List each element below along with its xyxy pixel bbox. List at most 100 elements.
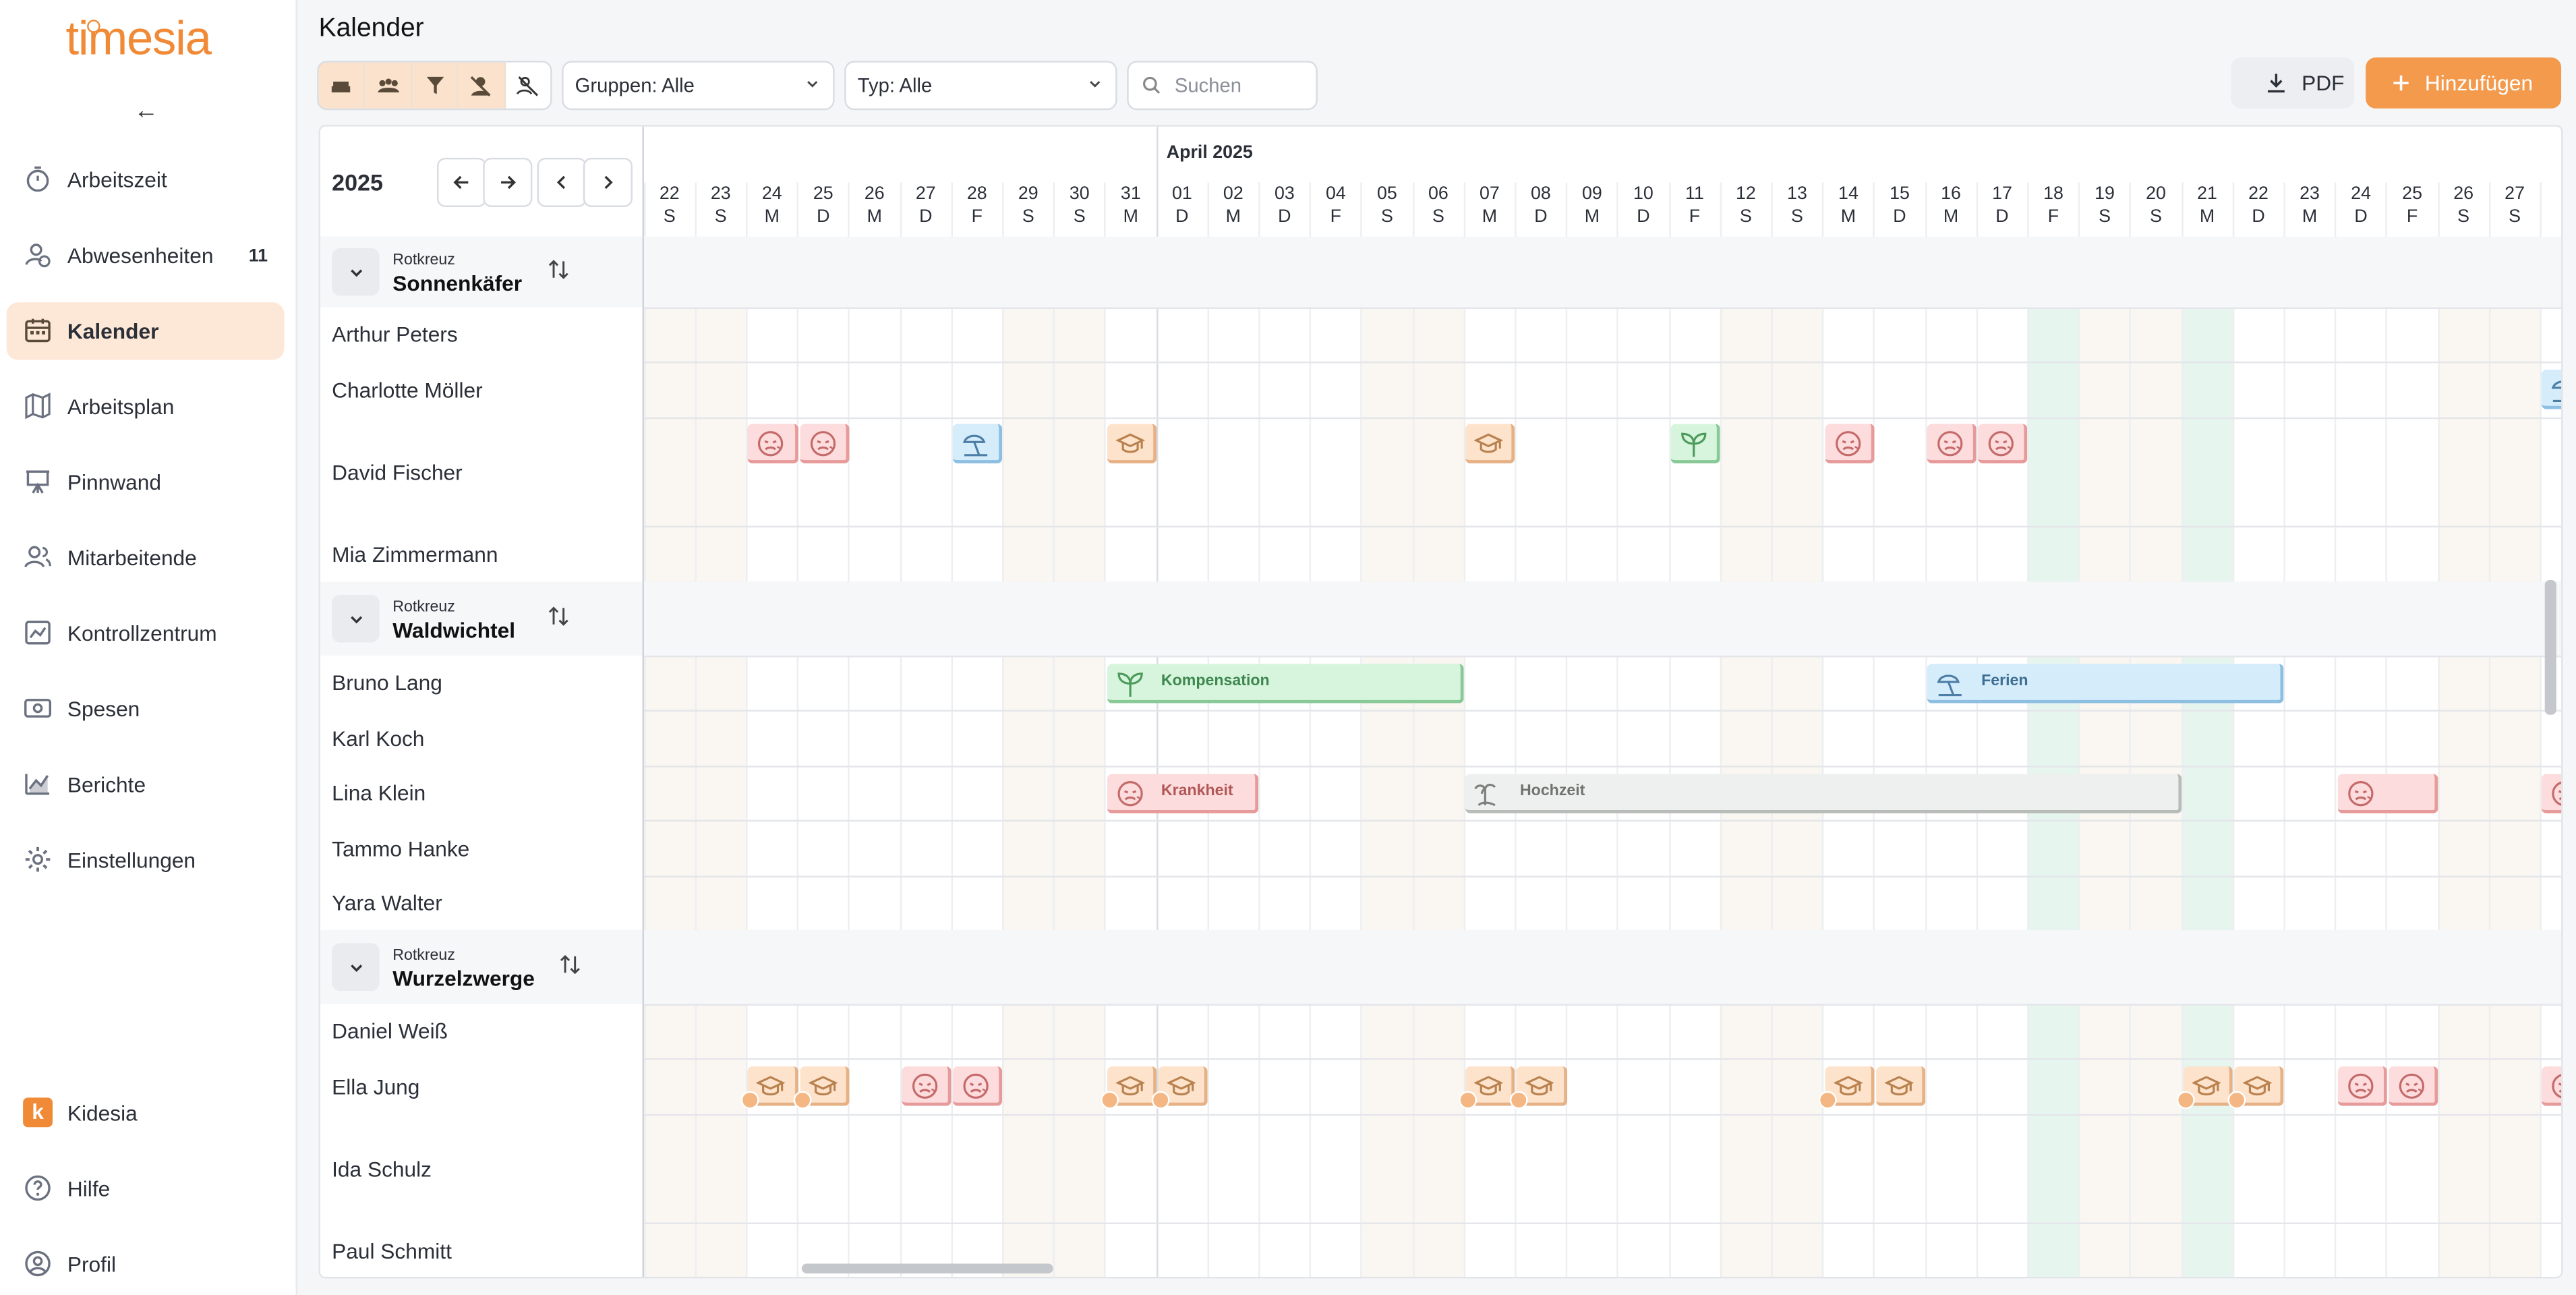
sidebar-item-berichte[interactable]: Berichte: [7, 756, 285, 813]
sort-arrows-icon[interactable]: [546, 258, 569, 281]
date-header[interactable]: 10 D: [1618, 182, 1669, 228]
group-collapse-button[interactable]: [332, 943, 380, 991]
employee-name-cell[interactable]: Charlotte Möller: [320, 361, 644, 418]
absence-event[interactable]: [2542, 1066, 2562, 1106]
absence-event[interactable]: [1670, 424, 1721, 464]
date-header[interactable]: 26 M: [849, 182, 900, 228]
sidebar-item-einstellungen[interactable]: Einstellungen: [7, 832, 285, 889]
date-header[interactable]: 20 S: [2130, 182, 2182, 228]
employee-name-cell[interactable]: Ida Schulz: [320, 1114, 644, 1223]
sidebar-item-spesen[interactable]: Spesen: [7, 681, 285, 738]
absence-event[interactable]: [2337, 1066, 2387, 1106]
employee-name-cell[interactable]: Ella Jung: [320, 1058, 644, 1114]
sidebar-item-abwesenheiten[interactable]: Abwesenheiten 11: [7, 227, 285, 284]
sort-arrows-icon[interactable]: [559, 953, 582, 976]
date-header[interactable]: 19 S: [2079, 182, 2130, 228]
employee-name-cell[interactable]: Bruno Lang: [320, 656, 644, 710]
absence-event[interactable]: [953, 424, 1003, 464]
absence-event[interactable]: [1875, 1066, 1926, 1106]
sidebar-item-arbeitszeit[interactable]: Arbeitszeit: [7, 151, 285, 208]
date-header[interactable]: 15 D: [1874, 182, 1925, 228]
date-header[interactable]: 26 S: [2438, 182, 2489, 228]
employee-name-cell[interactable]: Tammo Hanke: [320, 819, 644, 876]
date-header[interactable]: 03 D: [1259, 182, 1310, 228]
date-header[interactable]: 18 F: [2028, 182, 2079, 228]
absence-event[interactable]: [1459, 1066, 1516, 1110]
absence-event[interactable]: Ferien: [1927, 663, 2285, 703]
sidebar-item-kidesia[interactable]: k Kidesia: [7, 1085, 285, 1142]
absence-event[interactable]: [2388, 1066, 2438, 1106]
date-header[interactable]: 27 S: [2489, 182, 2540, 228]
absence-event[interactable]: [953, 1066, 1003, 1106]
employee-name-cell[interactable]: Arthur Peters: [320, 307, 644, 362]
absence-event[interactable]: [2176, 1066, 2233, 1110]
date-header[interactable]: 01 D: [1157, 182, 1208, 228]
date-header[interactable]: 27 D: [900, 182, 952, 228]
absence-event[interactable]: [748, 424, 798, 464]
vertical-scrollbar-thumb[interactable]: [2544, 579, 2556, 715]
next-month-button[interactable]: [483, 157, 533, 207]
date-header[interactable]: 23 M: [2284, 182, 2335, 228]
hide-inactive-button[interactable]: [459, 62, 506, 109]
absence-event[interactable]: Kompensation: [1107, 663, 1465, 703]
filter-button[interactable]: [412, 62, 459, 109]
horizontal-scrollbar-thumb[interactable]: [801, 1263, 1053, 1274]
date-header[interactable]: 09 M: [1567, 182, 1618, 228]
toggle-groups-button[interactable]: [365, 62, 413, 109]
date-header[interactable]: 23 S: [695, 182, 747, 228]
absence-event[interactable]: [2542, 370, 2562, 409]
absence-event[interactable]: [792, 1066, 849, 1110]
absence-event[interactable]: [1978, 424, 2028, 464]
absence-event[interactable]: [902, 1066, 952, 1106]
collapse-sidebar-button[interactable]: ←: [131, 97, 161, 127]
date-header[interactable]: 02 M: [1208, 182, 1259, 228]
groups-select[interactable]: Gruppen: Alle: [562, 61, 835, 111]
absence-event[interactable]: [1465, 424, 1516, 464]
employee-name-cell[interactable]: Mia Zimmermann: [320, 525, 644, 582]
date-header[interactable]: 13 S: [1772, 182, 1823, 228]
toggle-absence-button[interactable]: [318, 62, 365, 109]
employee-name-cell[interactable]: Karl Koch: [320, 710, 644, 766]
date-header[interactable]: 25 D: [798, 182, 849, 228]
next-week-button[interactable]: [583, 157, 633, 207]
app-logo[interactable]: timesia: [65, 13, 211, 67]
date-header[interactable]: 08 D: [1515, 182, 1567, 228]
employee-name-cell[interactable]: Lina Klein: [320, 766, 644, 820]
date-header[interactable]: 05 S: [1362, 182, 1413, 228]
absence-event[interactable]: [799, 424, 849, 464]
add-button[interactable]: Hinzufügen: [2366, 57, 2562, 109]
absence-event[interactable]: [1107, 424, 1157, 464]
date-header[interactable]: 29 S: [1003, 182, 1054, 228]
sidebar-item-pinnwand[interactable]: Pinnwand: [7, 453, 285, 511]
date-header[interactable]: 24 M: [747, 182, 798, 228]
type-select[interactable]: Typ: Alle: [844, 61, 1117, 111]
hide-others-button[interactable]: [505, 62, 551, 109]
absence-event[interactable]: [1100, 1066, 1157, 1110]
prev-week-button[interactable]: [537, 157, 587, 207]
date-header[interactable]: 11 F: [1669, 182, 1720, 228]
date-header[interactable]: 17 D: [1977, 182, 2028, 228]
pdf-export-button[interactable]: PDF: [2231, 57, 2355, 109]
date-header[interactable]: 22 S: [644, 182, 695, 228]
date-header[interactable]: 14 M: [1823, 182, 1874, 228]
date-header[interactable]: 28 F: [952, 182, 1003, 228]
employee-name-cell[interactable]: Daniel Weiß: [320, 1004, 644, 1058]
absence-event[interactable]: Krankheit: [1107, 773, 1260, 813]
absence-event[interactable]: [2337, 773, 2438, 813]
date-header[interactable]: 24 D: [2335, 182, 2387, 228]
horizontal-scrollbar[interactable]: [319, 1262, 2560, 1275]
date-header[interactable]: 12 S: [1720, 182, 1772, 228]
date-header[interactable]: 07 M: [1464, 182, 1515, 228]
absence-event[interactable]: [1817, 1066, 1875, 1110]
sidebar-item-profil[interactable]: Profil: [7, 1236, 285, 1293]
prev-month-button[interactable]: [437, 157, 487, 207]
absence-event[interactable]: Hochzeit: [1465, 773, 2182, 813]
date-header[interactable]: 31 M: [1105, 182, 1157, 228]
sidebar-item-kalender[interactable]: Kalender: [6, 302, 285, 360]
date-header[interactable]: 06 S: [1413, 182, 1464, 228]
date-header[interactable]: 16 M: [1925, 182, 1977, 228]
sidebar-item-hilfe[interactable]: Hilfe: [7, 1160, 285, 1217]
group-collapse-button[interactable]: [332, 594, 380, 643]
absence-event[interactable]: [1151, 1066, 1208, 1110]
absence-event[interactable]: [2542, 773, 2562, 813]
